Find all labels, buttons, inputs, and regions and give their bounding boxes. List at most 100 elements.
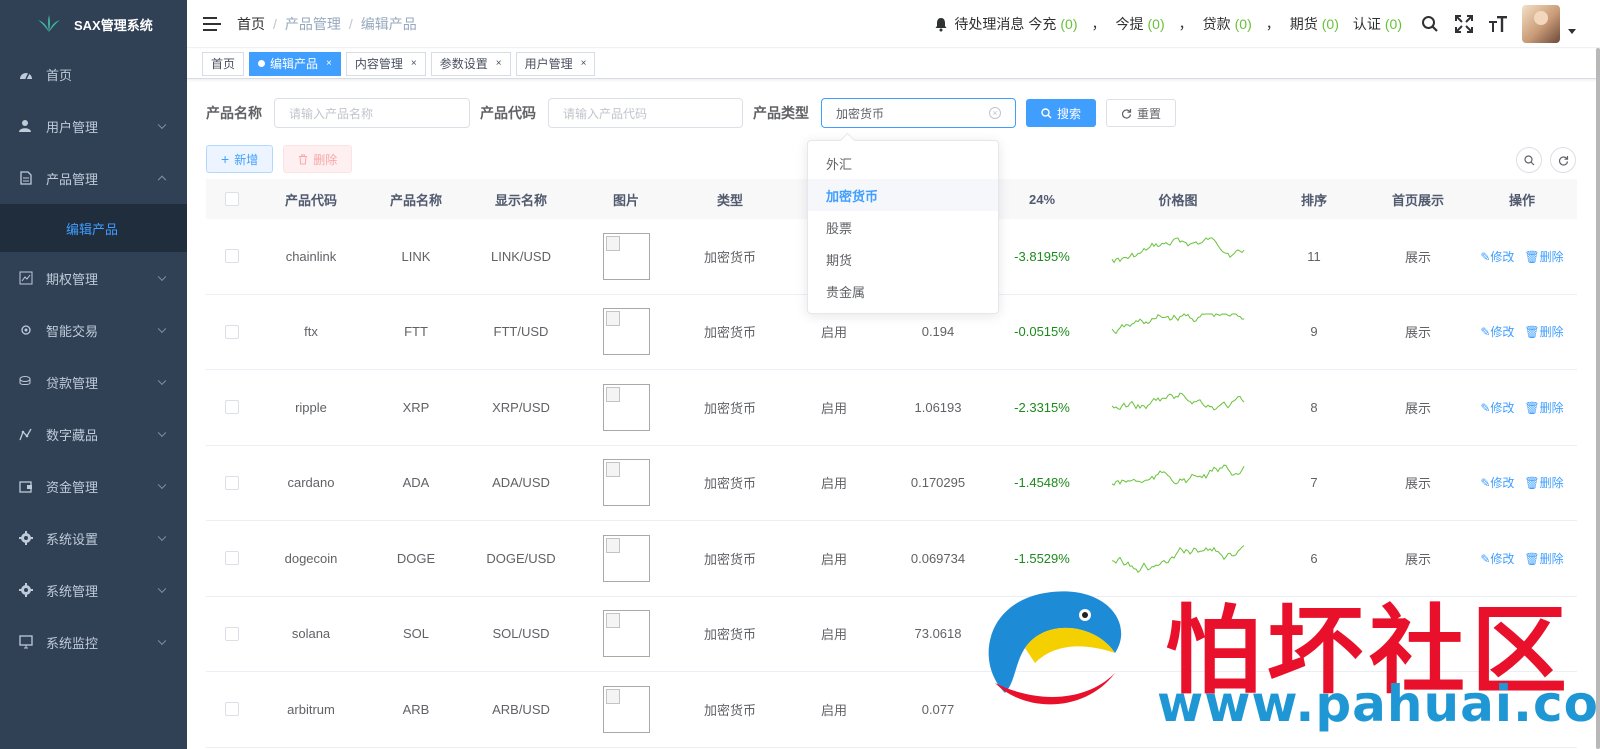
row-select-cell — [206, 551, 258, 566]
product-type-select[interactable]: 加密货币 × — [821, 98, 1016, 128]
product-image — [602, 610, 650, 658]
chevron-up-icon — [157, 175, 167, 185]
withdraw-count[interactable]: (0) — [1148, 16, 1165, 32]
delete-row-button[interactable]: 🗑删除 — [1524, 399, 1563, 416]
logo-icon — [38, 15, 60, 32]
edit-button[interactable]: ✎修改 — [1480, 474, 1514, 491]
sidebar-item-system-monitor[interactable]: 系统监控 — [0, 616, 187, 668]
add-button[interactable]: + 新增 — [206, 145, 274, 173]
edit-button[interactable]: ✎修改 — [1480, 323, 1514, 340]
close-icon[interactable]: × — [496, 58, 502, 69]
dropdown-option[interactable]: 外汇 — [808, 147, 998, 179]
brand[interactable]: SAX管理系统 — [0, 0, 187, 48]
cell-sort: 7 — [1310, 475, 1318, 491]
sidebar-item-smart-trading[interactable]: 智能交易 — [0, 304, 187, 356]
scrollbar-thumb[interactable] — [1596, 48, 1600, 749]
cell-price-chart — [1094, 383, 1262, 431]
sidebar-item-system-settings[interactable]: 系统设置 — [0, 512, 187, 564]
chevron-down-icon — [157, 532, 167, 542]
sidebar-item-loan-mgmt[interactable]: 贷款管理 — [0, 356, 187, 408]
product-code-input[interactable]: 请输入产品代码 — [548, 98, 743, 128]
loan-count[interactable]: (0) — [1235, 16, 1252, 32]
header-type: 类型 — [716, 192, 743, 208]
clear-icon[interactable]: × — [989, 107, 1001, 119]
dropdown-option[interactable]: 期货 — [808, 243, 998, 275]
edit-icon: ✎ — [1480, 400, 1491, 415]
font-size-icon[interactable] — [1488, 14, 1508, 34]
row-checkbox[interactable] — [225, 249, 239, 264]
recharge-label[interactable]: 今充 — [1028, 14, 1056, 34]
edit-button[interactable]: ✎修改 — [1480, 550, 1514, 567]
fullscreen-icon[interactable] — [1454, 14, 1474, 34]
reset-button[interactable]: 重置 — [1106, 99, 1177, 127]
tab-content-mgmt[interactable]: 内容管理 × — [345, 51, 426, 76]
product-name-label: 产品名称 — [206, 105, 262, 121]
loan-label[interactable]: 贷款 — [1203, 14, 1231, 34]
row-checkbox[interactable] — [225, 475, 239, 490]
cell-price: 73.0618 — [914, 626, 962, 642]
bell-icon[interactable] — [934, 17, 948, 32]
sidebar-item-fund-mgmt[interactable]: 资金管理 — [0, 460, 187, 512]
row-checkbox[interactable] — [225, 400, 239, 415]
sidebar-menu: 首页 用户管理 产品管理 编辑产品 期权管理 智能交易 贷款管理 数字藏品 资金管理 系统设置 系统… — [0, 48, 187, 668]
refresh-button[interactable] — [1550, 147, 1576, 173]
avatar[interactable] — [1522, 5, 1560, 43]
edit-button[interactable]: ✎修改 — [1480, 248, 1514, 265]
futures-count[interactable]: (0) — [1322, 16, 1339, 32]
row-checkbox[interactable] — [225, 324, 239, 339]
chevron-down-icon[interactable] — [1568, 28, 1576, 34]
withdraw-label[interactable]: 今提 — [1116, 14, 1144, 34]
auth-label[interactable]: 认证 — [1353, 14, 1381, 34]
sidebar-item-product-mgmt[interactable]: 产品管理 — [0, 152, 187, 204]
header-change: 24% — [1028, 191, 1056, 207]
delete-button[interactable]: 删除 — [283, 145, 353, 173]
document-icon — [18, 170, 34, 186]
sidebar-item-digital-collectibles[interactable]: 数字藏品 — [0, 408, 187, 460]
row-checkbox[interactable] — [225, 702, 239, 717]
delete-row-button[interactable]: 🗑删除 — [1524, 248, 1563, 265]
breadcrumb-home[interactable]: 首页 — [237, 14, 265, 34]
tab-home[interactable]: 首页 — [202, 51, 245, 76]
edit-button[interactable]: ✎修改 — [1480, 399, 1514, 416]
row-checkbox[interactable] — [225, 551, 239, 566]
delete-label: 删除 — [1539, 325, 1564, 340]
recharge-count[interactable]: (0) — [1060, 16, 1077, 32]
cell-price-chart — [1094, 232, 1262, 280]
cell-code: solana — [291, 626, 331, 642]
auth-count[interactable]: (0) — [1385, 16, 1402, 32]
delete-row-button[interactable]: 🗑删除 — [1524, 550, 1563, 567]
dropdown-option[interactable]: 股票 — [808, 211, 998, 243]
header-ops: 操作 — [1508, 192, 1535, 208]
cell-type: 加密货币 — [703, 627, 756, 643]
cell-image — [574, 685, 678, 733]
sidebar-item-option-mgmt[interactable]: 期权管理 — [0, 252, 187, 304]
close-icon[interactable]: × — [581, 58, 587, 69]
cell-name: ADA — [402, 475, 430, 491]
sidebar-subitem-edit-product[interactable]: 编辑产品 — [0, 204, 187, 252]
sidebar-item-home[interactable]: 首页 — [0, 48, 187, 100]
tab-param-settings[interactable]: 参数设置 × — [430, 51, 511, 76]
hamburger-icon[interactable] — [203, 16, 221, 31]
row-select-cell — [206, 249, 258, 264]
product-name-input[interactable]: 请输入产品名称 — [274, 98, 470, 128]
delete-row-button[interactable]: 🗑删除 — [1524, 323, 1563, 340]
scrollbar[interactable] — [1594, 48, 1600, 749]
row-checkbox[interactable] — [225, 626, 239, 641]
close-icon[interactable]: × — [326, 58, 332, 69]
close-icon[interactable]: × — [411, 58, 417, 69]
delete-row-button[interactable]: 🗑删除 — [1524, 474, 1563, 491]
sidebar-item-system-mgmt[interactable]: 系统管理 — [0, 564, 187, 616]
tab-edit-product[interactable]: 编辑产品 × — [249, 51, 341, 76]
select-all-checkbox[interactable] — [225, 192, 239, 206]
search-button[interactable]: 搜索 — [1026, 99, 1097, 127]
refresh-icon — [1122, 108, 1132, 119]
sidebar-item-user-mgmt[interactable]: 用户管理 — [0, 100, 187, 152]
futures-label[interactable]: 期货 — [1290, 14, 1318, 34]
dropdown-option[interactable]: 加密货币 — [808, 179, 998, 211]
tab-user-mgmt[interactable]: 用户管理 × — [515, 51, 596, 76]
search-icon — [1041, 107, 1052, 118]
search-icon[interactable] — [1420, 14, 1440, 34]
toggle-search-button[interactable] — [1516, 147, 1542, 173]
header-display: 显示名称 — [494, 192, 547, 208]
dropdown-option[interactable]: 贵金属 — [808, 275, 998, 307]
